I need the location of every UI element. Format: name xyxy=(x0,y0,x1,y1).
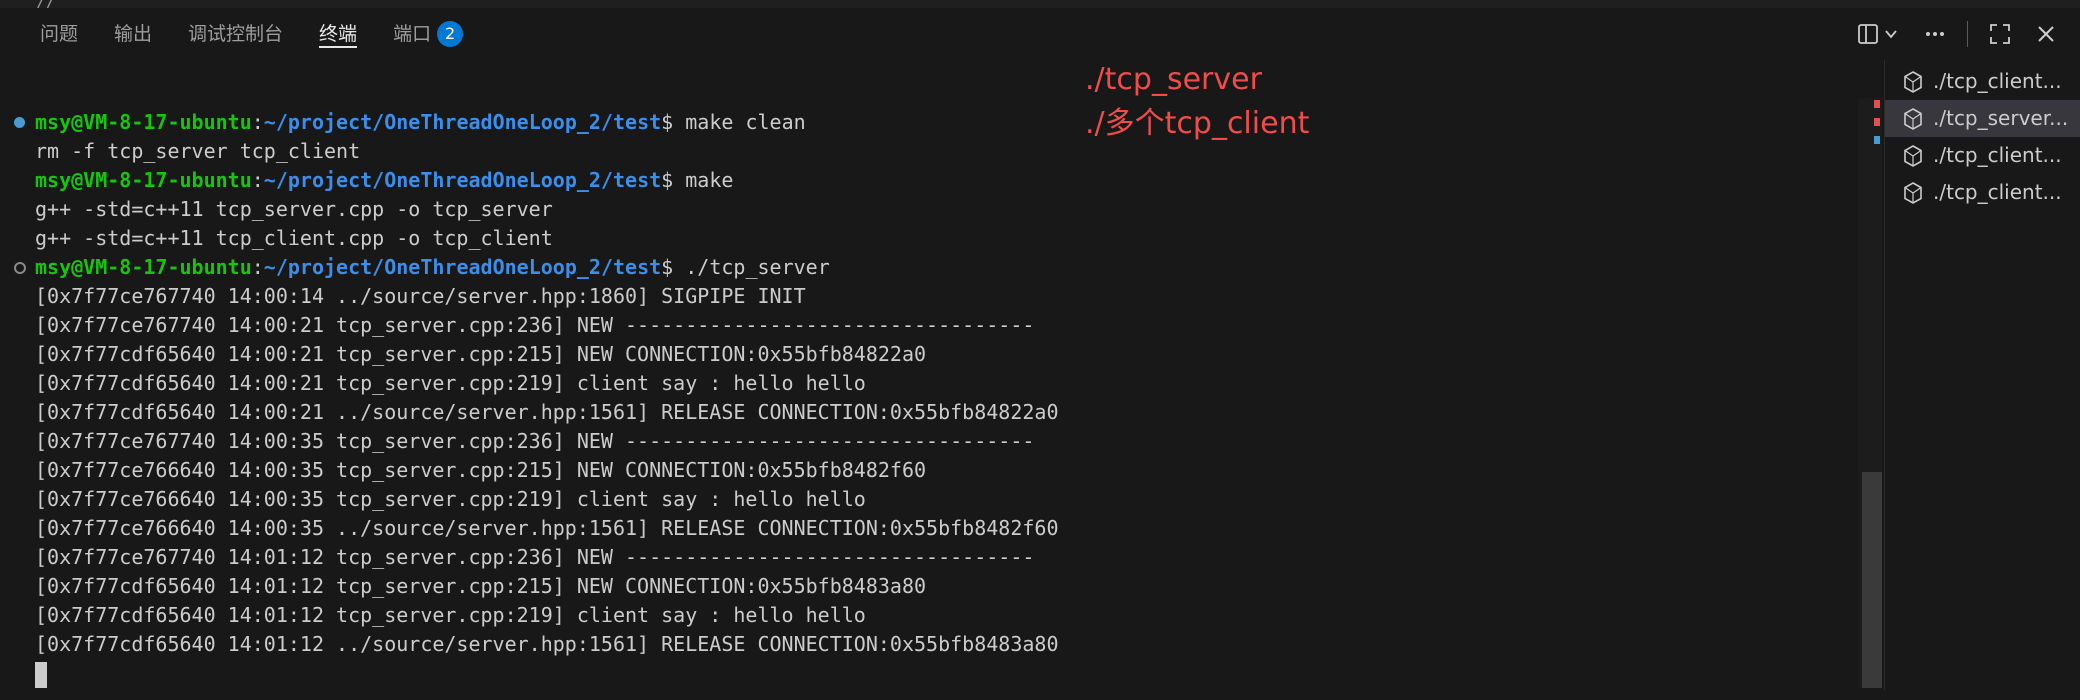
terminal-cursor xyxy=(35,661,47,688)
ports-count-badge: 2 xyxy=(437,21,464,47)
terminal-icon xyxy=(1904,182,1922,204)
prompt-path: ~/project/OneThreadOneLoop_2/test xyxy=(263,110,662,134)
prompt-user: msy@VM-8-17-ubuntu xyxy=(35,168,252,192)
terminal-tab-item[interactable]: ./tcp_client... xyxy=(1885,137,2080,174)
tab-label: 调试控制台 xyxy=(188,23,284,45)
prompt-path: ~/project/OneThreadOneLoop_2/test xyxy=(263,255,662,279)
log-line: [0x7f77cdf65640 14:01:12 ../source/serve… xyxy=(35,632,1059,656)
tab-label: 终端 xyxy=(319,23,358,45)
annotation-line-2: ./多个tcp_client xyxy=(1085,106,1310,141)
tab-output[interactable]: 输出 xyxy=(96,8,170,60)
terminal-tabs-list: ./tcp_client... ./tcp_server... ./tcp_clie… xyxy=(1884,60,2080,690)
terminal-tab-label: ./tcp_server... xyxy=(1933,106,2069,130)
log-line: [0x7f77ce767740 14:00:14 ../source/serve… xyxy=(35,284,806,308)
log-line: [0x7f77cdf65640 14:00:21 tcp_server.cpp:… xyxy=(35,371,866,395)
editor-edge: // xyxy=(0,0,2080,11)
output-line: g++ -std=c++11 tcp_client.cpp -o tcp_cli… xyxy=(35,226,553,250)
log-line: [0x7f77ce766640 14:00:35 ../source/serve… xyxy=(35,516,1059,540)
terminal-icon xyxy=(1904,71,1922,93)
log-line: [0x7f77cdf65640 14:01:12 tcp_server.cpp:… xyxy=(35,574,927,598)
log-line: [0x7f77cdf65640 14:00:21 tcp_server.cpp:… xyxy=(35,342,927,366)
log-line: [0x7f77ce767740 14:00:21 tcp_server.cpp:… xyxy=(35,313,1035,337)
close-panel-icon[interactable] xyxy=(2032,20,2060,48)
tab-label: 输出 xyxy=(114,23,153,45)
log-line: [0x7f77cdf65640 14:01:12 tcp_server.cpp:… xyxy=(35,603,866,627)
panel-header: 问题 输出 调试控制台 终端 端口 2 xyxy=(0,8,2080,60)
prompt-line: msy@VM-8-17-ubuntu:~/project/OneThreadOn… xyxy=(0,108,1059,137)
log-line: [0x7f77ce767740 14:01:12 tcp_server.cpp:… xyxy=(35,545,1035,569)
cursor-line xyxy=(0,659,1059,688)
log-line: [0x7f77ce766640 14:00:35 tcp_server.cpp:… xyxy=(35,458,927,482)
tab-label: 端口 xyxy=(393,23,432,45)
tab-problems[interactable]: 问题 xyxy=(22,8,96,60)
terminal-tab-label: ./tcp_client... xyxy=(1933,69,2062,93)
tab-debug-console[interactable]: 调试控制台 xyxy=(170,8,301,60)
output-line: rm -f tcp_server tcp_client xyxy=(35,139,361,163)
terminal-icon xyxy=(1904,108,1922,130)
scroll-marker xyxy=(1874,100,1880,108)
scroll-marker xyxy=(1874,118,1880,126)
terminal-lines: msy@VM-8-17-ubuntu:~/project/OneThreadOn… xyxy=(0,108,1059,688)
log-line: [0x7f77cdf65640 14:00:21 ../source/serve… xyxy=(35,400,1059,424)
panel-tabs: 问题 输出 调试控制台 终端 端口 2 xyxy=(22,8,481,60)
server-log: [0x7f77ce767740 14:00:14 ../source/serve… xyxy=(0,282,1059,659)
terminal-tab-item[interactable]: ./tcp_client... xyxy=(1885,63,2080,100)
log-line: [0x7f77ce766640 14:00:35 tcp_server.cpp:… xyxy=(35,487,866,511)
more-actions-icon[interactable] xyxy=(1921,20,1949,48)
maximize-panel-icon[interactable] xyxy=(1986,20,2014,48)
scroll-marker xyxy=(1874,136,1880,144)
tab-label: 问题 xyxy=(40,23,79,45)
terminal-tab-item[interactable]: ./tcp_server... xyxy=(1885,100,2080,137)
command-text: make clean xyxy=(673,110,806,134)
chevron-down-icon[interactable] xyxy=(1884,27,1898,41)
prompt-line: msy@VM-8-17-ubuntu:~/project/OneThreadOn… xyxy=(0,253,1059,282)
split-terminal-icon[interactable] xyxy=(1851,20,1903,48)
command-text: make xyxy=(673,168,734,192)
terminal-tab-item[interactable]: ./tcp_client... xyxy=(1885,174,2080,211)
actions-divider xyxy=(1967,21,1968,47)
prompt-line: msy@VM-8-17-ubuntu:~/project/OneThreadOn… xyxy=(35,168,734,192)
output-line: g++ -std=c++11 tcp_server.cpp -o tcp_ser… xyxy=(35,197,553,221)
prompt-path: ~/project/OneThreadOneLoop_2/test xyxy=(263,168,662,192)
prompt-user: msy@VM-8-17-ubuntu xyxy=(35,255,252,279)
tab-ports[interactable]: 端口 2 xyxy=(375,8,481,60)
terminal-icon xyxy=(1904,145,1922,167)
command-running-decoration[interactable] xyxy=(14,262,26,274)
terminal-tabs: ./tcp_client... ./tcp_server... ./tcp_clie… xyxy=(1885,60,2080,211)
terminal-tab-label: ./tcp_client... xyxy=(1933,180,2062,204)
terminal-output[interactable]: ./tcp_server ./多个tcp_client msy@VM-8-17-… xyxy=(0,60,1858,690)
command-success-decoration[interactable] xyxy=(14,117,25,128)
annotation-line-1: ./tcp_server xyxy=(1085,62,1262,97)
terminal-tab-label: ./tcp_client... xyxy=(1933,143,2062,167)
prompt-user: msy@VM-8-17-ubuntu xyxy=(35,110,252,134)
status-bar xyxy=(0,690,2080,700)
panel-actions xyxy=(1851,8,2060,60)
tab-terminal[interactable]: 终端 xyxy=(301,8,375,60)
log-line: [0x7f77ce767740 14:00:35 tcp_server.cpp:… xyxy=(35,429,1035,453)
command-text: ./tcp_server xyxy=(673,255,830,279)
terminal-scrollbar-thumb[interactable] xyxy=(1862,472,1882,688)
